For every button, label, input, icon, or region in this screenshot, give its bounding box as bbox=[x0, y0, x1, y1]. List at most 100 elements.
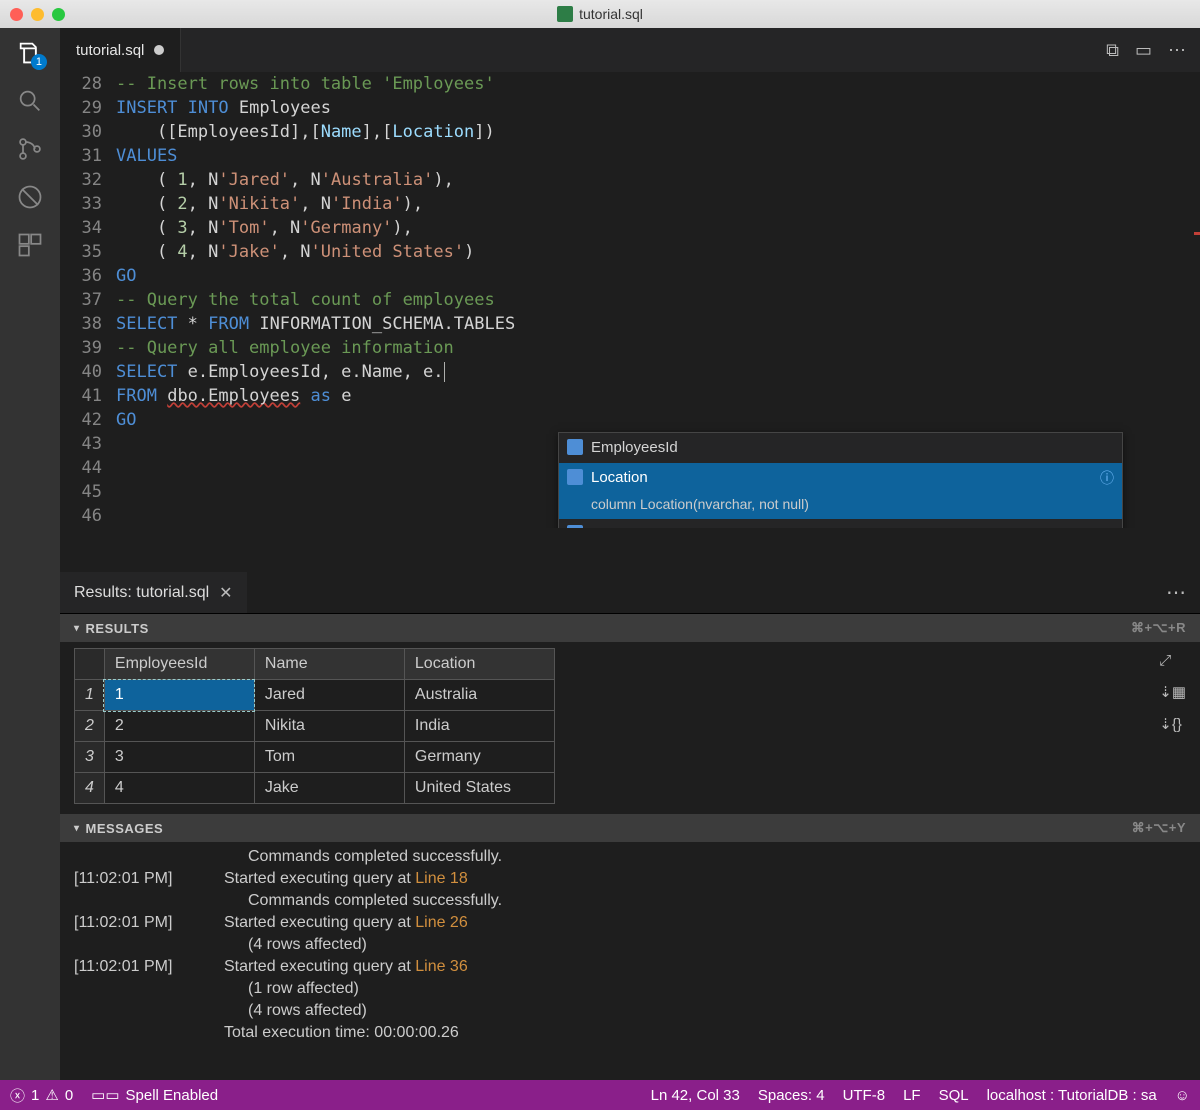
editor-tab-bar: tutorial.sql ⧉ ▭ ⋯ bbox=[60, 28, 1200, 72]
open-changes-icon[interactable]: ▭ bbox=[1135, 40, 1152, 61]
minimize-window-button[interactable] bbox=[31, 8, 44, 21]
cell[interactable]: Nikita bbox=[254, 711, 404, 742]
status-indentation[interactable]: Spaces: 4 bbox=[758, 1087, 825, 1104]
table-row[interactable]: 44JakeUnited States bbox=[75, 773, 555, 804]
message-row: (1 row affected) bbox=[74, 978, 1186, 1000]
results-more-icon[interactable]: ⋯ bbox=[1152, 580, 1200, 605]
cell[interactable]: 2 bbox=[104, 711, 254, 742]
table-row[interactable]: 11JaredAustralia bbox=[75, 680, 555, 711]
cell[interactable]: Tom bbox=[254, 742, 404, 773]
info-icon[interactable]: ⓘ bbox=[1100, 466, 1114, 490]
row-number: 2 bbox=[75, 711, 105, 742]
message-row: [11:02:01 PM] Started executing query at … bbox=[74, 912, 1186, 934]
intellisense-popup[interactable]: EmployeesId Locationcolumn Location(nvarc… bbox=[558, 432, 1123, 528]
status-bar: ⓧ1 ⚠0 ▭▭Spell Enabled Ln 42, Col 33 Spac… bbox=[0, 1080, 1200, 1110]
column-header[interactable]: Name bbox=[254, 649, 404, 680]
cell[interactable]: Jared bbox=[254, 680, 404, 711]
property-icon bbox=[567, 525, 583, 528]
book-icon: ▭▭ bbox=[91, 1086, 119, 1104]
message-row: [11:02:01 PM] Started executing query at … bbox=[74, 868, 1186, 890]
panel-tab-bar: Results: tutorial.sql ✕ ⋯ bbox=[60, 572, 1200, 614]
message-row: Commands completed successfully. bbox=[74, 846, 1186, 868]
message-timestamp: [11:02:01 PM] bbox=[74, 912, 194, 934]
messages-section-header[interactable]: ▾ MESSAGES ⌘+⌥+Y bbox=[60, 814, 1200, 842]
property-icon bbox=[567, 439, 583, 455]
code-editor[interactable]: 28293031323334353637383940414243444546 -… bbox=[60, 72, 1200, 572]
split-editor-icon[interactable]: ⧉ bbox=[1106, 40, 1119, 61]
collapse-arrow-icon: ▾ bbox=[74, 623, 80, 634]
cell[interactable]: 4 bbox=[104, 773, 254, 804]
message-text: (4 rows affected) bbox=[224, 934, 1186, 956]
results-grid[interactable]: EmployeesIdNameLocation11JaredAustralia2… bbox=[74, 648, 555, 804]
explorer-icon[interactable]: 1 bbox=[15, 38, 45, 68]
feedback-icon[interactable]: ☺ bbox=[1175, 1087, 1190, 1104]
titlebar: tutorial.sql bbox=[0, 0, 1200, 28]
status-problems[interactable]: ⓧ1 ⚠0 bbox=[10, 1085, 73, 1106]
tab-tutorial-sql[interactable]: tutorial.sql bbox=[60, 28, 181, 72]
message-row: [11:02:01 PM]Started executing query at … bbox=[74, 956, 1186, 978]
more-actions-icon[interactable]: ⋯ bbox=[1168, 40, 1186, 61]
window-title: tutorial.sql bbox=[0, 6, 1200, 22]
intellisense-item[interactable]: Locationcolumn Location(nvarchar, not nu… bbox=[559, 463, 1122, 519]
cell[interactable]: India bbox=[404, 711, 554, 742]
table-row[interactable]: 22NikitaIndia bbox=[75, 711, 555, 742]
error-icon: ⓧ bbox=[10, 1085, 25, 1106]
line-link[interactable]: Line 36 bbox=[415, 958, 468, 975]
intellisense-item[interactable]: EmployeesId bbox=[559, 433, 1122, 463]
close-window-button[interactable] bbox=[10, 8, 23, 21]
row-number: 1 bbox=[75, 680, 105, 711]
row-number: 3 bbox=[75, 742, 105, 773]
activity-bar: 1 bbox=[0, 28, 60, 1080]
cell[interactable]: Australia bbox=[404, 680, 554, 711]
tab-results[interactable]: Results: tutorial.sql ✕ bbox=[60, 572, 247, 613]
intellisense-label: EmployeesId bbox=[591, 436, 678, 460]
cell[interactable]: 3 bbox=[104, 742, 254, 773]
minimap[interactable] bbox=[1180, 72, 1200, 528]
vscode-icon bbox=[557, 6, 573, 22]
status-connection[interactable]: localhost : TutorialDB : sa bbox=[987, 1087, 1157, 1104]
intellisense-label: Name bbox=[591, 522, 631, 528]
debug-icon[interactable] bbox=[15, 182, 45, 212]
save-csv-icon[interactable]: ⇣▦ bbox=[1159, 683, 1186, 701]
close-results-icon[interactable]: ✕ bbox=[219, 583, 232, 603]
extensions-icon[interactable] bbox=[15, 230, 45, 260]
property-icon bbox=[567, 469, 583, 485]
collapse-arrow-icon: ▾ bbox=[74, 823, 80, 834]
status-spell[interactable]: ▭▭Spell Enabled bbox=[91, 1086, 218, 1104]
message-text: Started executing query at Line 26 bbox=[224, 912, 1186, 934]
save-json-icon[interactable]: ⇣{} bbox=[1159, 715, 1186, 733]
messages-panel: Commands completed successfully. [11:02:0… bbox=[60, 842, 1200, 1054]
message-row: (4 rows affected) bbox=[74, 1000, 1186, 1022]
intellisense-detail: column Location(nvarchar, not null) bbox=[591, 492, 809, 516]
line-link[interactable]: Line 26 bbox=[415, 914, 468, 931]
message-text: Commands completed successfully. bbox=[224, 846, 1186, 868]
messages-shortcut: ⌘+⌥+Y bbox=[1132, 820, 1186, 836]
message-timestamp: [11:02:01 PM] bbox=[74, 868, 194, 890]
column-header[interactable]: EmployeesId bbox=[104, 649, 254, 680]
line-link[interactable]: Line 18 bbox=[415, 870, 468, 887]
cell[interactable]: 1 bbox=[104, 680, 254, 711]
results-section-header[interactable]: ▾ RESULTS ⌘+⌥+R bbox=[60, 614, 1200, 642]
message-row: Commands completed successfully. bbox=[74, 890, 1186, 912]
maximize-grid-icon[interactable]: ⤢ bbox=[1159, 652, 1186, 669]
fullscreen-window-button[interactable] bbox=[52, 8, 65, 21]
status-eol[interactable]: LF bbox=[903, 1087, 921, 1104]
message-text: Started executing query at Line 18 bbox=[224, 868, 1186, 890]
grid-action-bar: ⤢ ⇣▦ ⇣{} bbox=[1159, 648, 1186, 804]
intellisense-item[interactable]: Name bbox=[559, 519, 1122, 528]
search-icon[interactable] bbox=[15, 86, 45, 116]
cell[interactable]: Germany bbox=[404, 742, 554, 773]
source-control-icon[interactable] bbox=[15, 134, 45, 164]
results-tab-label: Results: tutorial.sql bbox=[74, 584, 209, 602]
status-encoding[interactable]: UTF-8 bbox=[843, 1087, 886, 1104]
cell[interactable]: United States bbox=[404, 773, 554, 804]
message-row: Total execution time: 00:00:00.26 bbox=[74, 1022, 1186, 1044]
status-language[interactable]: SQL bbox=[939, 1087, 969, 1104]
results-shortcut: ⌘+⌥+R bbox=[1131, 620, 1186, 636]
column-header[interactable]: Location bbox=[404, 649, 554, 680]
cell[interactable]: Jake bbox=[254, 773, 404, 804]
status-cursor-position[interactable]: Ln 42, Col 33 bbox=[651, 1087, 740, 1104]
warning-icon: ⚠ bbox=[45, 1086, 58, 1104]
table-row[interactable]: 33TomGermany bbox=[75, 742, 555, 773]
message-text: Commands completed successfully. bbox=[224, 890, 1186, 912]
